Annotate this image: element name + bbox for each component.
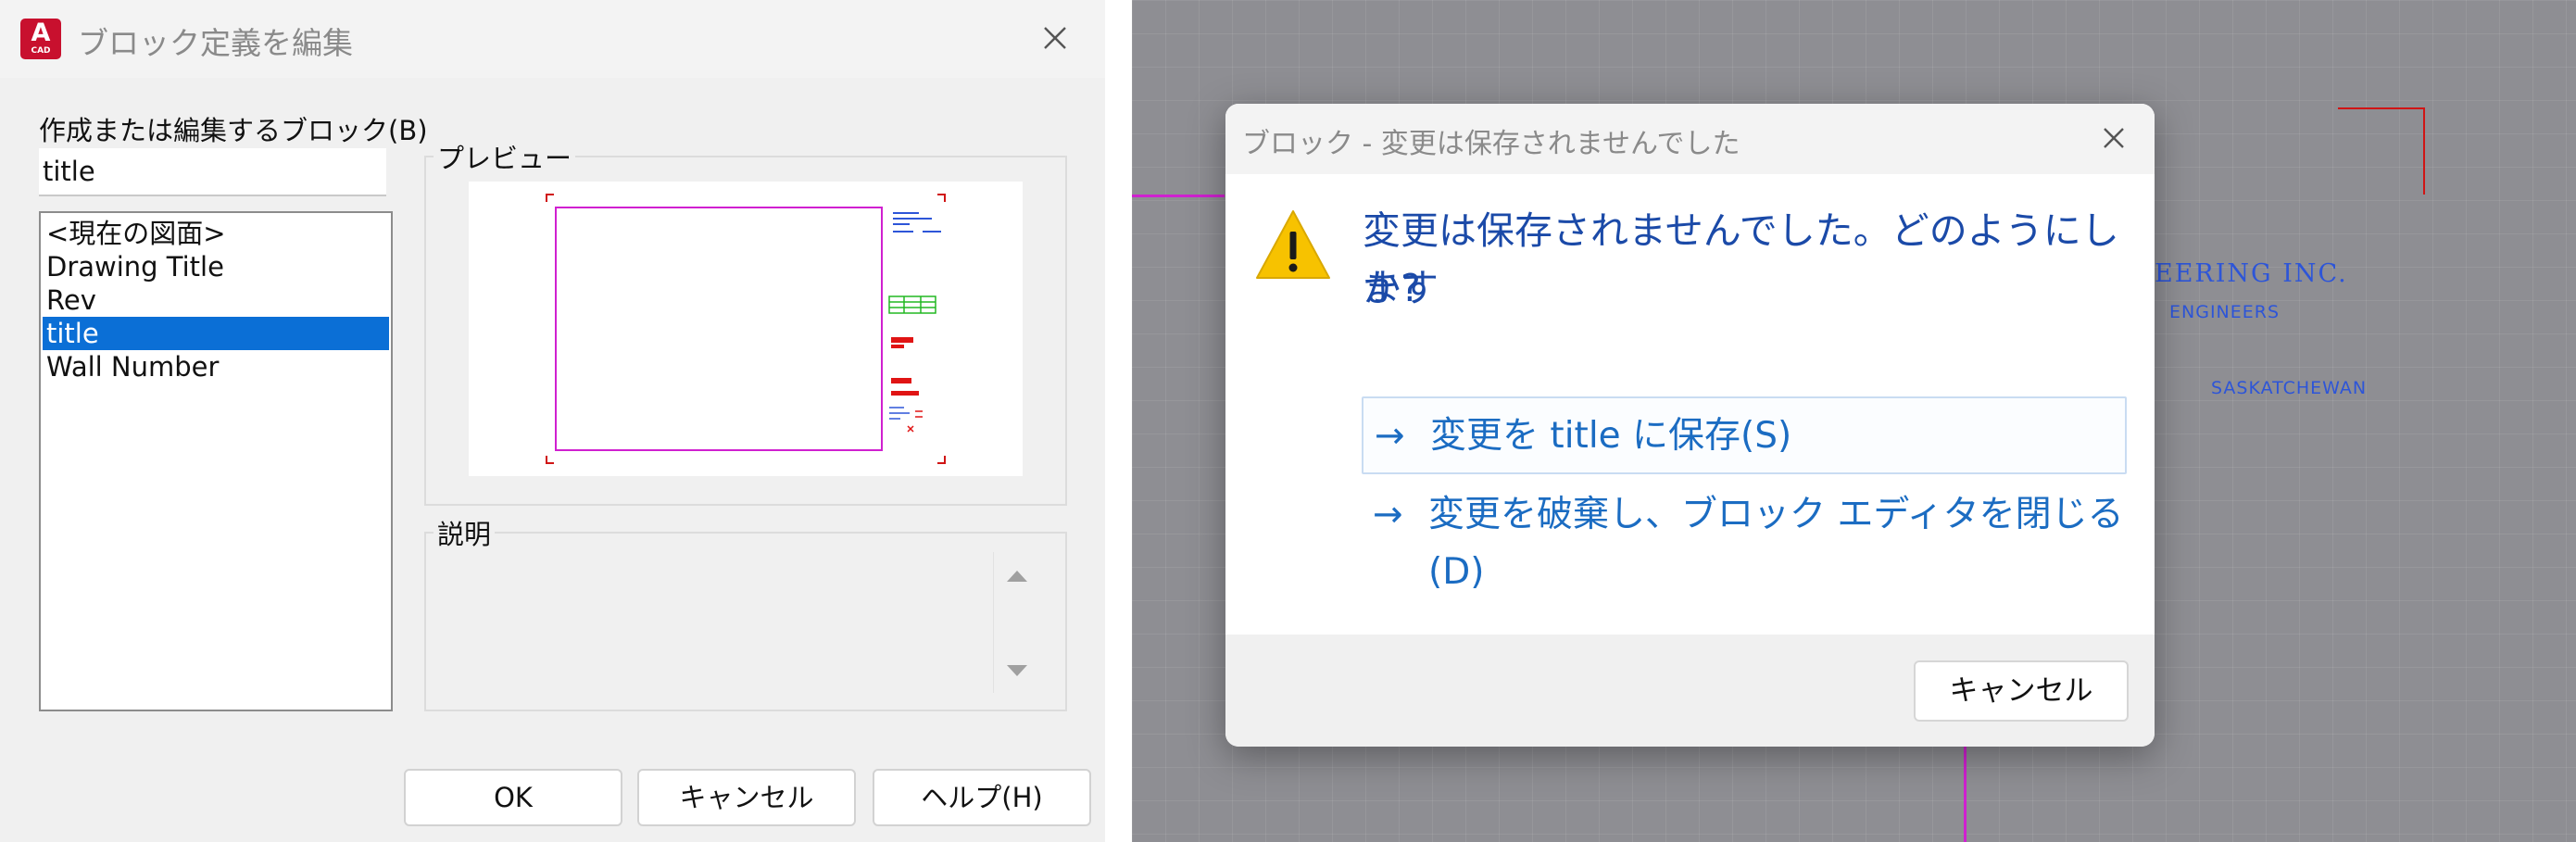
app-icon-letter: A [31, 19, 51, 47]
cad-company-text: EERING INC. [2155, 259, 2348, 288]
arrow-right-icon: → [1375, 415, 1405, 457]
cad-location-text: SASKATCHEWAN [2211, 378, 2368, 398]
warning-icon [1256, 210, 1330, 279]
close-button[interactable] [2092, 117, 2135, 159]
list-item[interactable]: <現在の図面> [43, 217, 389, 250]
list-item[interactable]: Wall Number [43, 350, 389, 383]
close-button[interactable] [1034, 17, 1076, 59]
block-preview-drawing [546, 194, 946, 464]
cad-magenta-vertical-line [1964, 747, 1967, 842]
block-preview-canvas [469, 182, 1023, 476]
list-item[interactable]: Rev [43, 283, 389, 317]
dialog-title: ブロック定義を編集 [78, 25, 353, 61]
discard-changes-command[interactable]: → 変更を破棄し、ブロック エディタを閉じる (D) [1362, 482, 2127, 606]
save-changes-command[interactable]: → 変更を title に保存(S) [1362, 396, 2127, 474]
app-icon-sub: CAD [31, 46, 51, 56]
arrow-right-icon: → [1373, 494, 1403, 535]
ok-button[interactable]: OK [404, 769, 622, 826]
save-changes-label: 変更を title に保存(S) [1430, 415, 1792, 457]
divider-strip [1105, 0, 1132, 842]
description-label: 説明 [434, 513, 496, 552]
block-name-input[interactable] [39, 148, 386, 196]
block-list[interactable]: <現在の図面> Drawing Title Rev title Wall Num… [39, 211, 393, 711]
description-group [424, 532, 1067, 711]
close-icon [2104, 128, 2124, 148]
dialog-title-bar: ブロック - 変更は保存されませんでした [1225, 104, 2155, 174]
title-bar: A CAD ブロック定義を編集 [0, 0, 1105, 78]
list-item[interactable]: Drawing Title [43, 250, 389, 283]
cancel-button[interactable]: キャンセル [637, 769, 856, 826]
unsaved-changes-dialog: ブロック - 変更は保存されませんでした 変更は保存されませんでした。どのように… [1225, 104, 2155, 747]
description-scrollbar[interactable] [993, 552, 1040, 693]
discard-changes-label-line-1: 変更を破棄し、ブロック エディタを閉じる [1428, 494, 2124, 535]
scroll-up-icon[interactable] [994, 559, 1040, 597]
edit-block-definition-dialog: A CAD ブロック定義を編集 作成または編集するブロック(B) <現在の図面>… [0, 0, 1105, 842]
list-item-selected[interactable]: title [43, 317, 389, 350]
cad-drawing-background: EERING INC. ENGINEERS SASKATCHEWAN ブロック … [1132, 0, 2576, 842]
block-name-label: 作成または編集するブロック(B) [39, 115, 428, 146]
scroll-down-icon[interactable] [994, 650, 1040, 687]
dialog-heading-line-2: か? [1363, 266, 1421, 310]
close-icon [1044, 27, 1066, 49]
cancel-button[interactable]: キャンセル [1914, 660, 2129, 722]
help-button[interactable]: ヘルプ(H) [873, 769, 1091, 826]
dialog-title: ブロック - 変更は保存されませんでした [1242, 128, 1740, 160]
cad-magenta-line [1132, 195, 1225, 197]
preview-label: プレビュー [434, 137, 576, 176]
cad-engineers-text: ENGINEERS [2169, 302, 2281, 322]
discard-changes-label-line-2: (D) [1428, 551, 1485, 593]
autocad-app-icon: A CAD [20, 19, 61, 59]
dialog-heading-line-1: 変更は保存されませんでした。どのようにします [1363, 208, 2119, 310]
cad-red-corner [2338, 107, 2425, 195]
